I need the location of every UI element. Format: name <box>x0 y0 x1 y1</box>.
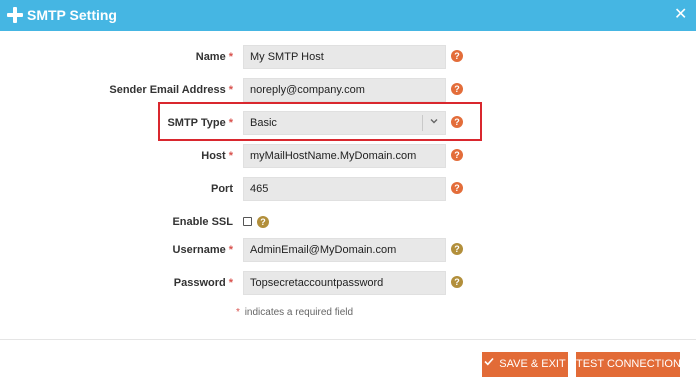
question-mark-icon[interactable]: ? <box>257 216 269 228</box>
host-label: Host * <box>201 150 233 162</box>
host-input[interactable]: myMailHostName.MyDomain.com <box>243 144 446 168</box>
footer-divider <box>0 339 696 340</box>
close-icon[interactable]: ✕ <box>674 6 687 24</box>
enable-ssl-label: Enable SSL <box>172 216 233 228</box>
required-marker: * <box>228 277 233 289</box>
question-mark-icon[interactable]: ? <box>451 83 463 95</box>
sender-email-input[interactable]: noreply@company.com <box>243 78 446 102</box>
question-mark-icon[interactable]: ? <box>451 116 463 128</box>
select-divider <box>422 115 423 131</box>
port-input[interactable]: 465 <box>243 177 446 201</box>
question-mark-icon[interactable]: ? <box>451 50 463 62</box>
save-and-exit-label: SAVE & EXIT <box>499 358 566 370</box>
dialog-title: SMTP Setting <box>27 7 117 23</box>
password-input[interactable]: Topsecretaccountpassword <box>243 271 446 295</box>
question-mark-icon[interactable]: ? <box>451 243 463 255</box>
required-marker: * <box>228 51 233 63</box>
save-and-exit-button[interactable]: SAVE & EXIT <box>482 352 568 377</box>
enable-ssl-label-text: Enable SSL <box>172 216 233 228</box>
password-label: Password * <box>174 277 233 289</box>
enable-ssl-checkbox[interactable] <box>243 217 252 226</box>
name-label: Name * <box>196 51 233 63</box>
username-input[interactable]: AdminEmail@MyDomain.com <box>243 238 446 262</box>
question-mark-icon[interactable]: ? <box>451 182 463 194</box>
sender-email-label: Sender Email Address * <box>109 84 233 96</box>
port-label-text: Port <box>211 183 233 195</box>
required-marker: * <box>228 84 233 96</box>
dialog-titlebar: SMTP Setting ✕ <box>0 0 696 31</box>
required-marker: * <box>236 307 240 318</box>
required-field-note: * indicates a required field <box>236 307 353 318</box>
chevron-down-icon[interactable] <box>430 117 438 125</box>
plus-icon <box>6 6 24 24</box>
required-field-note-text: indicates a required field <box>244 307 354 318</box>
required-marker: * <box>228 244 233 256</box>
question-mark-icon[interactable]: ? <box>451 149 463 161</box>
smtp-type-select[interactable]: Basic <box>243 111 446 135</box>
required-marker: * <box>228 117 233 129</box>
username-label-text: Username <box>172 244 226 256</box>
name-label-text: Name <box>195 51 226 63</box>
host-label-text: Host <box>201 150 226 162</box>
test-connection-button[interactable]: TEST CONNECTION <box>576 352 681 377</box>
smtp-type-label-text: SMTP Type <box>167 117 226 129</box>
smtp-type-label: SMTP Type * <box>167 117 233 129</box>
sender-email-label-text: Sender Email Address <box>109 84 226 96</box>
name-input[interactable]: My SMTP Host <box>243 45 446 69</box>
checkmark-icon <box>484 351 494 376</box>
question-mark-icon[interactable]: ? <box>451 276 463 288</box>
required-marker: * <box>228 150 233 162</box>
smtp-type-selected-value: Basic <box>250 117 277 129</box>
port-label: Port <box>211 183 233 195</box>
password-label-text: Password <box>173 277 226 289</box>
username-label: Username * <box>173 244 233 256</box>
